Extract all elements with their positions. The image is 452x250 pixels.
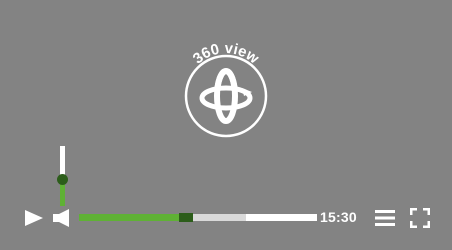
menu-button[interactable] [375,209,395,227]
play-icon [25,210,43,226]
volume-button[interactable] [52,208,72,228]
fullscreen-icon [409,207,431,229]
control-bar: 15:30 [0,203,452,233]
time-display: 15:30 [320,209,357,225]
play-button[interactable] [24,208,44,228]
progress-thumb[interactable] [179,213,193,222]
progress-played [79,214,186,221]
video-player[interactable]: 360 view 15:30 [0,0,452,250]
speaker-icon [53,209,69,227]
view-360-badge[interactable]: 360 view [174,36,278,140]
rotate-360-icon: 360 view [184,40,268,138]
fullscreen-button[interactable] [409,207,431,229]
volume-thumb[interactable] [57,173,68,185]
menu-icon [375,210,395,226]
volume-slider[interactable] [57,146,68,206]
progress-bar[interactable] [79,213,317,222]
